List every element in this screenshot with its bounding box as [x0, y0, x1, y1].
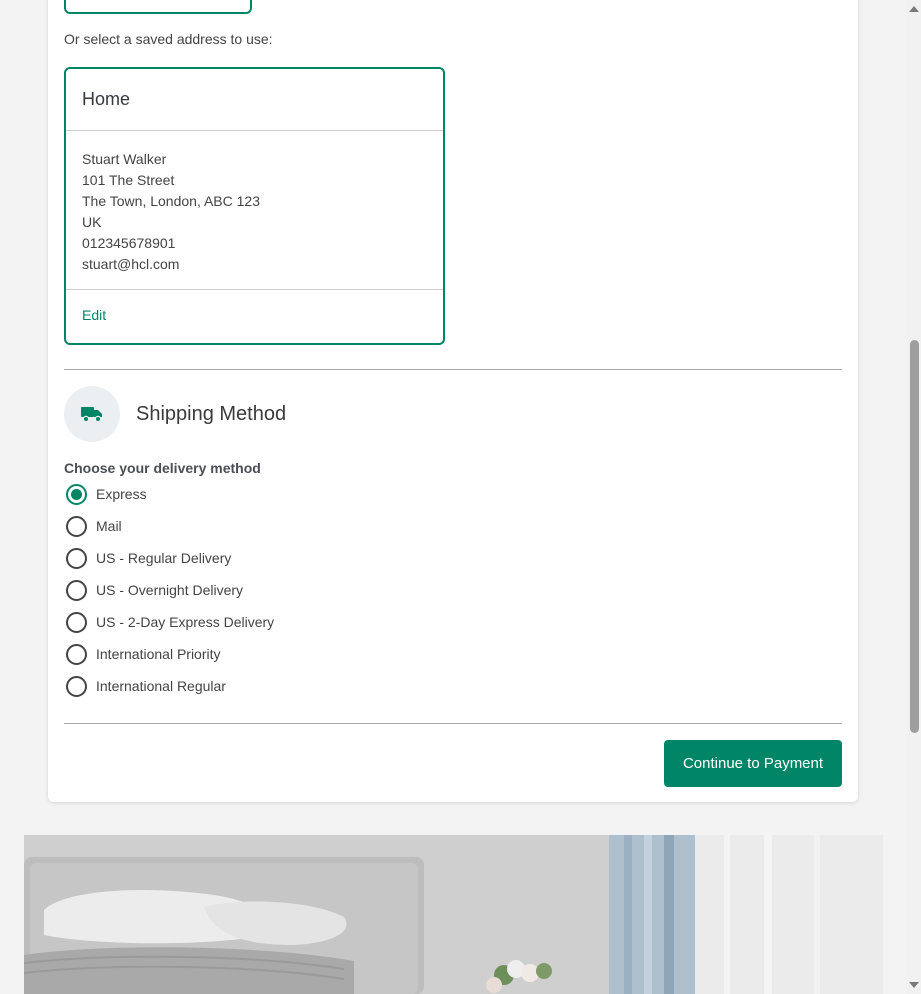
radio-button[interactable]: [66, 643, 87, 665]
scroll-up-arrow-icon[interactable]: [909, 6, 919, 12]
radio-button[interactable]: [66, 611, 87, 633]
shipping-method-title: Shipping Method: [136, 403, 287, 425]
delivery-option-us-2day[interactable]: US - 2-Day Express Delivery: [64, 610, 274, 634]
saved-address-card[interactable]: Home Stuart Walker 101 The Street The To…: [64, 67, 445, 345]
delivery-option-us-overnight[interactable]: US - Overnight Delivery: [64, 578, 243, 602]
radio-button[interactable]: [66, 547, 87, 569]
previous-section-button[interactable]: [64, 0, 252, 14]
shipping-icon-badge: [64, 386, 120, 442]
address-line-name: Stuart Walker: [82, 151, 167, 167]
bedroom-photo: [24, 835, 883, 994]
saved-address-prompt: Or select a saved address to use:: [64, 31, 273, 47]
address-details: Stuart Walker 101 The Street The Town, L…: [82, 149, 260, 275]
radio-button[interactable]: [66, 483, 87, 505]
address-line-phone: 012345678901: [82, 235, 176, 251]
truck-icon: [81, 407, 102, 423]
radio-button[interactable]: [66, 675, 87, 697]
option-label: International Priority: [96, 646, 221, 662]
option-label: Mail: [96, 518, 122, 534]
scroll-down-arrow-icon[interactable]: [909, 982, 919, 988]
section-divider: [64, 369, 842, 370]
edit-address-link[interactable]: Edit: [82, 307, 106, 323]
delivery-option-international-regular[interactable]: International Regular: [64, 674, 226, 698]
option-label: International Regular: [96, 678, 226, 694]
scroll-thumb[interactable]: [910, 340, 919, 733]
delivery-option-express[interactable]: Express: [64, 482, 147, 506]
address-line-street: 101 The Street: [82, 172, 175, 188]
divider: [66, 289, 443, 290]
delivery-option-us-regular[interactable]: US - Regular Delivery: [64, 546, 231, 570]
delivery-method-label: Choose your delivery method: [64, 460, 261, 476]
address-line-email: stuart@hcl.com: [82, 256, 180, 272]
section-divider: [64, 723, 842, 724]
radio-button[interactable]: [66, 579, 87, 601]
option-label: US - Regular Delivery: [96, 550, 232, 566]
divider: [66, 130, 443, 131]
address-line-city: The Town, London, ABC 123: [82, 193, 260, 209]
radio-button[interactable]: [66, 515, 87, 537]
page-scrollbar[interactable]: [906, 0, 921, 994]
delivery-option-mail[interactable]: Mail: [64, 514, 122, 538]
continue-to-payment-button[interactable]: Continue to Payment: [664, 740, 842, 787]
option-label: US - Overnight Delivery: [96, 582, 244, 598]
bedroom-banner-image: [24, 835, 883, 994]
address-title: Home: [82, 89, 131, 109]
delivery-option-international-priority[interactable]: International Priority: [64, 642, 221, 666]
option-label: US - 2-Day Express Delivery: [96, 614, 275, 630]
option-label: Express: [96, 486, 147, 502]
address-line-country: UK: [82, 214, 102, 230]
